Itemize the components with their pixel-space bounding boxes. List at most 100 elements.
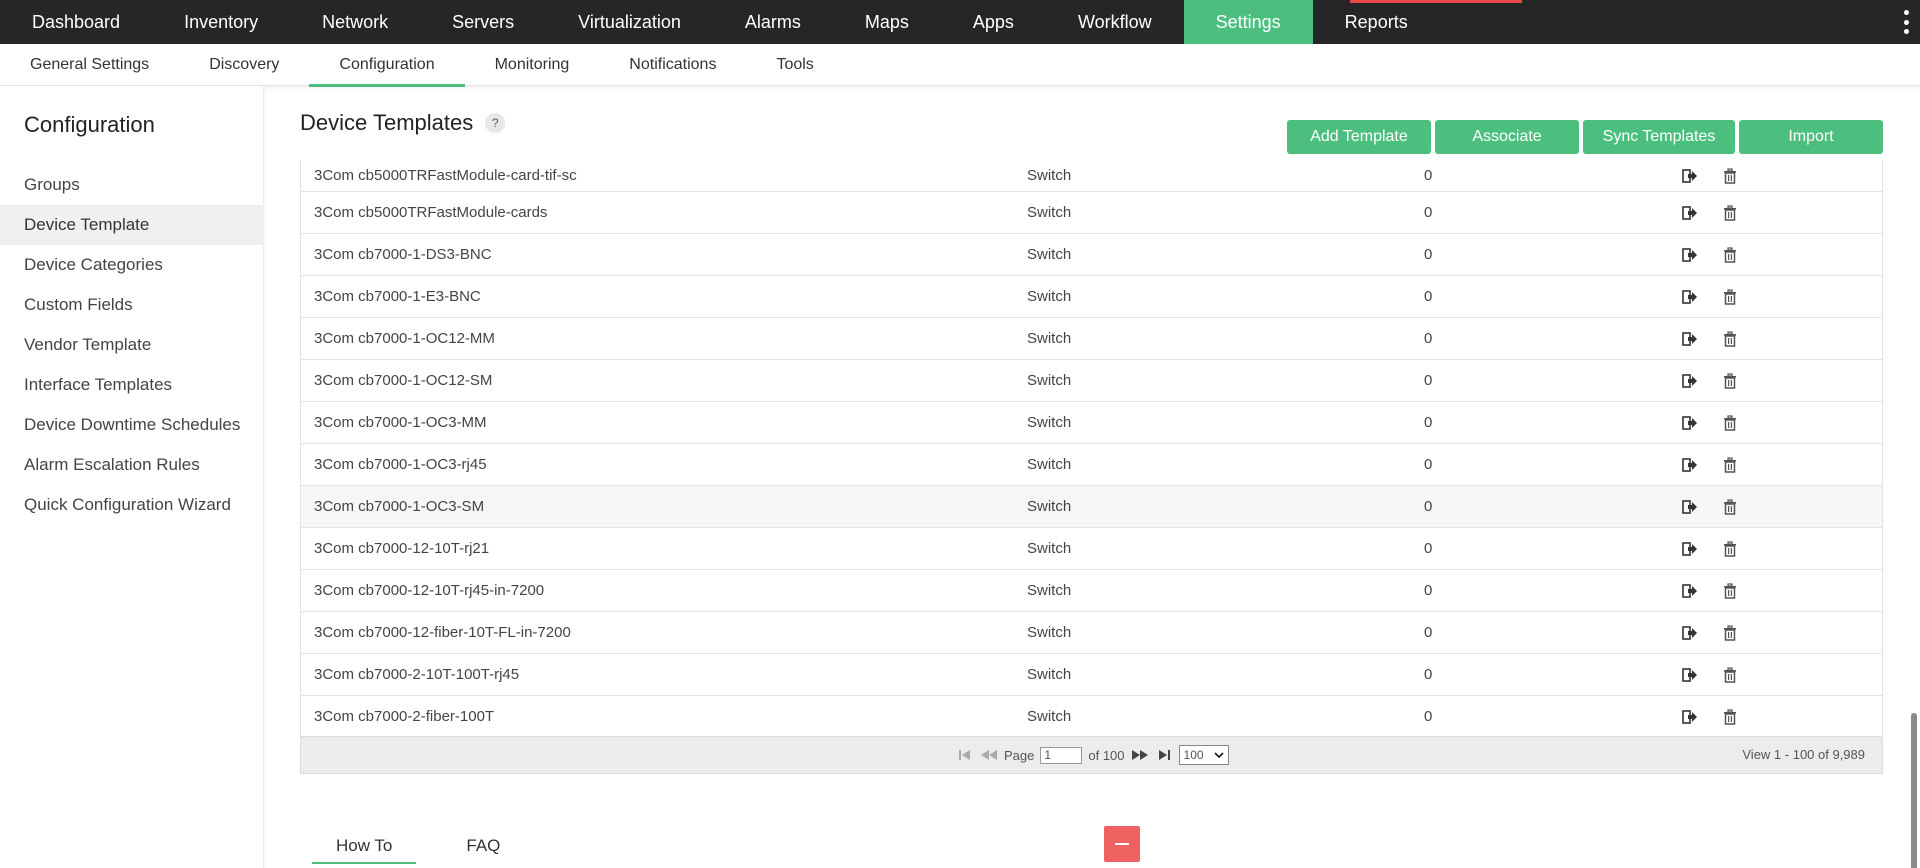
next-page-icon[interactable] bbox=[1131, 746, 1149, 764]
subnav-general-settings[interactable]: General Settings bbox=[0, 44, 179, 86]
add-template-button[interactable]: Add Template bbox=[1287, 120, 1431, 154]
trash-icon[interactable] bbox=[1721, 372, 1739, 390]
trash-icon[interactable] bbox=[1721, 167, 1739, 185]
page-number-input[interactable]: 1 bbox=[1040, 746, 1083, 764]
sync-templates-button[interactable]: Sync Templates bbox=[1583, 120, 1735, 154]
template-name[interactable]: 3Com cb7000-12-fiber-10T-FL-in-7200 bbox=[314, 624, 571, 641]
table-row[interactable]: 3Com cb7000-1-OC12-SM Switch 0 bbox=[301, 360, 1882, 402]
export-icon[interactable] bbox=[1681, 624, 1699, 642]
table-row[interactable]: 3Com cb5000TRFastModule-cards Switch 0 bbox=[301, 192, 1882, 234]
export-icon[interactable] bbox=[1681, 582, 1699, 600]
nav-workflow[interactable]: Workflow bbox=[1046, 0, 1184, 44]
nav-maps[interactable]: Maps bbox=[833, 0, 941, 44]
sidebar-item-device-template[interactable]: Device Template bbox=[0, 205, 264, 245]
table-row[interactable]: 3Com cb7000-1-DS3-BNC Switch 0 bbox=[301, 234, 1882, 276]
export-icon[interactable] bbox=[1681, 666, 1699, 684]
template-name[interactable]: 3Com cb7000-12-10T-rj21 bbox=[314, 540, 489, 557]
vertical-ellipsis-icon[interactable] bbox=[1902, 10, 1910, 34]
template-name[interactable]: 3Com cb5000TRFastModule-cards bbox=[314, 204, 547, 221]
template-name[interactable]: 3Com cb7000-12-10T-rj45-in-7200 bbox=[314, 582, 544, 599]
subnav-notifications[interactable]: Notifications bbox=[599, 44, 746, 86]
export-icon[interactable] bbox=[1681, 414, 1699, 432]
table-row[interactable]: 3Com cb7000-1-OC3-MM Switch 0 bbox=[301, 402, 1882, 444]
trash-icon[interactable] bbox=[1721, 414, 1739, 432]
sidebar-item-device-categories[interactable]: Device Categories bbox=[0, 245, 264, 285]
sidebar-item-alarm-escalation-rules[interactable]: Alarm Escalation Rules bbox=[0, 445, 264, 485]
subnav-discovery[interactable]: Discovery bbox=[179, 44, 309, 86]
template-name[interactable]: 3Com cb7000-1-OC3-SM bbox=[314, 498, 484, 515]
export-icon[interactable] bbox=[1681, 246, 1699, 264]
nav-network[interactable]: Network bbox=[290, 0, 420, 44]
table-row[interactable]: 3Com cb7000-12-10T-rj21 Switch 0 bbox=[301, 528, 1882, 570]
table-row[interactable]: 3Com cb5000TRFastModule-card-tif-sc Switc… bbox=[301, 160, 1882, 192]
previous-page-icon[interactable] bbox=[980, 746, 998, 764]
table-row[interactable]: 3Com cb7000-2-10T-100T-rj45 Switch 0 bbox=[301, 654, 1882, 696]
table-row[interactable]: 3Com cb7000-12-10T-rj45-in-7200 Switch 0 bbox=[301, 570, 1882, 612]
export-icon[interactable] bbox=[1681, 167, 1699, 185]
tab-faq[interactable]: FAQ bbox=[442, 826, 524, 866]
export-icon[interactable] bbox=[1681, 456, 1699, 474]
sidebar-title: Configuration bbox=[24, 112, 155, 137]
template-name[interactable]: 3Com cb7000-1-DS3-BNC bbox=[314, 246, 492, 263]
nav-reports[interactable]: Reports bbox=[1313, 0, 1440, 44]
trash-icon[interactable] bbox=[1721, 330, 1739, 348]
trash-icon[interactable] bbox=[1721, 666, 1739, 684]
nav-apps[interactable]: Apps bbox=[941, 0, 1046, 44]
trash-icon[interactable] bbox=[1721, 498, 1739, 516]
help-icon[interactable]: ? bbox=[485, 113, 506, 133]
table-row[interactable]: 3Com cb7000-1-OC3-SM Switch 0 bbox=[301, 486, 1882, 528]
page-scrollbar[interactable] bbox=[1906, 86, 1920, 868]
subnav-monitoring[interactable]: Monitoring bbox=[465, 44, 600, 86]
trash-icon[interactable] bbox=[1721, 204, 1739, 222]
table-row[interactable]: 3Com cb7000-1-OC3-rj45 Switch 0 bbox=[301, 444, 1882, 486]
sidebar-item-vendor-template[interactable]: Vendor Template bbox=[0, 325, 264, 365]
template-name[interactable]: 3Com cb7000-1-OC3-MM bbox=[314, 414, 487, 431]
sidebar-item-device-downtime-schedules[interactable]: Device Downtime Schedules bbox=[0, 405, 264, 445]
trash-icon[interactable] bbox=[1721, 582, 1739, 600]
trash-icon[interactable] bbox=[1721, 540, 1739, 558]
subnav-configuration[interactable]: Configuration bbox=[309, 44, 465, 87]
template-name[interactable]: 3Com cb7000-2-10T-100T-rj45 bbox=[314, 666, 519, 683]
template-name[interactable]: 3Com cb7000-1-OC3-rj45 bbox=[314, 456, 487, 473]
template-name[interactable]: 3Com cb7000-1-OC12-MM bbox=[314, 330, 495, 347]
export-icon[interactable] bbox=[1681, 330, 1699, 348]
export-icon[interactable] bbox=[1681, 372, 1699, 390]
scrollbar-thumb[interactable] bbox=[1911, 713, 1917, 868]
trash-icon[interactable] bbox=[1721, 246, 1739, 264]
table-row[interactable]: 3Com cb7000-12-fiber-10T-FL-in-7200 Switc… bbox=[301, 612, 1882, 654]
export-icon[interactable] bbox=[1681, 204, 1699, 222]
sidebar-item-interface-templates[interactable]: Interface Templates bbox=[0, 365, 264, 405]
nav-settings[interactable]: Settings bbox=[1183, 0, 1313, 44]
last-page-icon[interactable] bbox=[1155, 746, 1173, 764]
sidebar-item-groups[interactable]: Groups bbox=[0, 165, 264, 205]
template-name[interactable]: 3Com cb7000-1-E3-BNC bbox=[314, 288, 481, 305]
import-button[interactable]: Import bbox=[1739, 120, 1883, 154]
associate-button[interactable]: Associate bbox=[1435, 120, 1579, 154]
trash-icon[interactable] bbox=[1721, 456, 1739, 474]
nav-virtualization[interactable]: Virtualization bbox=[546, 0, 713, 44]
sidebar-item-custom-fields[interactable]: Custom Fields bbox=[0, 285, 264, 325]
trash-icon[interactable] bbox=[1721, 624, 1739, 642]
subnav-tools[interactable]: Tools bbox=[746, 44, 843, 86]
nav-alarms[interactable]: Alarms bbox=[713, 0, 833, 44]
template-name[interactable]: 3Com cb7000-1-OC12-SM bbox=[314, 372, 492, 389]
table-row[interactable]: 3Com cb7000-2-fiber-100T Switch 0 bbox=[301, 696, 1882, 738]
export-icon[interactable] bbox=[1681, 540, 1699, 558]
nav-servers[interactable]: Servers bbox=[420, 0, 546, 44]
export-icon[interactable] bbox=[1681, 498, 1699, 516]
rows-per-page-select[interactable]: 100 bbox=[1178, 745, 1229, 765]
collapse-button[interactable] bbox=[1104, 826, 1140, 862]
trash-icon[interactable] bbox=[1721, 708, 1739, 726]
nav-dashboard[interactable]: Dashboard bbox=[0, 0, 152, 44]
table-row[interactable]: 3Com cb7000-1-E3-BNC Switch 0 bbox=[301, 276, 1882, 318]
trash-icon[interactable] bbox=[1721, 288, 1739, 306]
table-row[interactable]: 3Com cb7000-1-OC12-MM Switch 0 bbox=[301, 318, 1882, 360]
sidebar-item-quick-configuration-wizard[interactable]: Quick Configuration Wizard bbox=[0, 485, 264, 525]
export-icon[interactable] bbox=[1681, 708, 1699, 726]
nav-inventory[interactable]: Inventory bbox=[152, 0, 290, 44]
template-name[interactable]: 3Com cb5000TRFastModule-card-tif-sc bbox=[314, 167, 577, 184]
first-page-icon[interactable] bbox=[956, 746, 974, 764]
tab-how-to[interactable]: How To bbox=[312, 826, 417, 866]
template-name[interactable]: 3Com cb7000-2-fiber-100T bbox=[314, 708, 494, 725]
export-icon[interactable] bbox=[1681, 288, 1699, 306]
